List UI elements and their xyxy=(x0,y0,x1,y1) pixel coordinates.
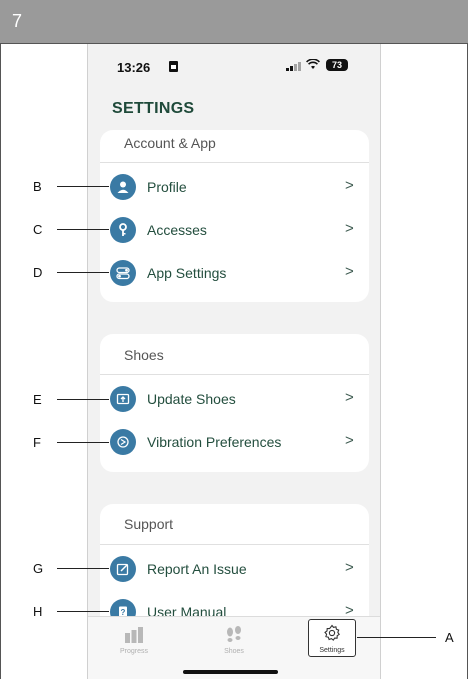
home-indicator xyxy=(183,670,278,674)
callout-label-g: G xyxy=(33,561,44,576)
section-header: Shoes xyxy=(124,347,164,363)
callout-line-h xyxy=(57,611,109,612)
section-header: Account & App xyxy=(124,135,216,151)
callout-label-d: D xyxy=(33,265,43,280)
tab-label: Shoes xyxy=(224,648,244,655)
settings-row-app-settings[interactable]: App Settings > xyxy=(100,257,369,289)
person-icon xyxy=(110,174,136,200)
chevron-right-icon: > xyxy=(345,432,354,449)
settings-row-vibration-preferences[interactable]: Vibration Preferences > xyxy=(100,426,369,458)
section-header: Support xyxy=(124,516,174,532)
chevron-right-icon: > xyxy=(345,177,354,194)
chevron-right-icon: > xyxy=(345,559,354,576)
calendar-icon xyxy=(169,61,178,72)
row-label: App Settings xyxy=(147,265,227,281)
callout-label-h: H xyxy=(33,604,43,619)
edit-icon xyxy=(110,556,136,582)
chevron-right-icon: > xyxy=(345,389,354,406)
settings-row-accesses[interactable]: Accesses > xyxy=(100,214,369,246)
callout-label-f: F xyxy=(33,435,41,450)
divider xyxy=(100,374,369,375)
phone-screen: 13:26 73 SETTINGS Account & App Profile … xyxy=(87,44,381,679)
section-card-shoes: Shoes Update Shoes > Vibration Preferenc… xyxy=(100,334,369,472)
callout-line-e xyxy=(57,399,109,400)
settings-row-profile[interactable]: Profile > xyxy=(100,171,369,203)
step-number: 7 xyxy=(12,11,23,31)
row-label: Vibration Preferences xyxy=(147,434,282,450)
step-header-bar: 7 xyxy=(0,0,468,44)
row-label: Update Shoes xyxy=(147,391,236,407)
footprints-icon xyxy=(225,626,243,650)
section-card-account: Account & App Profile > Accesses > App S… xyxy=(100,130,369,302)
battery-indicator: 73 xyxy=(326,59,348,71)
tab-label: Settings xyxy=(319,647,345,654)
toggles-icon xyxy=(110,260,136,286)
callout-line-b xyxy=(57,186,109,187)
tab-label: Progress xyxy=(119,648,148,655)
callout-label-e: E xyxy=(33,392,42,407)
page-title: SETTINGS xyxy=(112,100,195,117)
gear-icon xyxy=(323,624,341,647)
chevron-right-icon: > xyxy=(345,220,354,237)
tab-settings[interactable]: Settings xyxy=(308,619,356,657)
callout-line-g xyxy=(57,568,109,569)
row-label: Accesses xyxy=(147,222,207,238)
settings-row-update-shoes[interactable]: Update Shoes > xyxy=(100,383,369,415)
chart-icon xyxy=(125,627,143,648)
tab-shoes[interactable]: Shoes xyxy=(204,623,264,659)
callout-label-c: C xyxy=(33,222,43,237)
callout-line-d xyxy=(57,272,109,273)
key-icon xyxy=(110,217,136,243)
row-label: Report An Issue xyxy=(147,561,247,577)
signal-icon xyxy=(286,62,301,71)
status-time: 13:26 xyxy=(117,60,151,75)
upload-box-icon xyxy=(110,386,136,412)
row-label: Profile xyxy=(147,179,187,195)
callout-line-a xyxy=(357,637,436,638)
callout-label-b: B xyxy=(33,179,42,194)
divider xyxy=(100,544,369,545)
callout-label-a: A xyxy=(445,630,454,645)
vibration-icon xyxy=(110,429,136,455)
instruction-page: 7 13:26 73 SETTINGS Account & App Profil… xyxy=(0,0,471,679)
callout-line-f xyxy=(57,442,109,443)
divider xyxy=(100,162,369,163)
tab-progress[interactable]: Progress xyxy=(104,623,164,659)
settings-row-report-an-issue[interactable]: Report An Issue > xyxy=(100,553,369,585)
chevron-right-icon: > xyxy=(345,263,354,280)
callout-line-c xyxy=(57,229,109,230)
wifi-icon xyxy=(306,58,320,73)
